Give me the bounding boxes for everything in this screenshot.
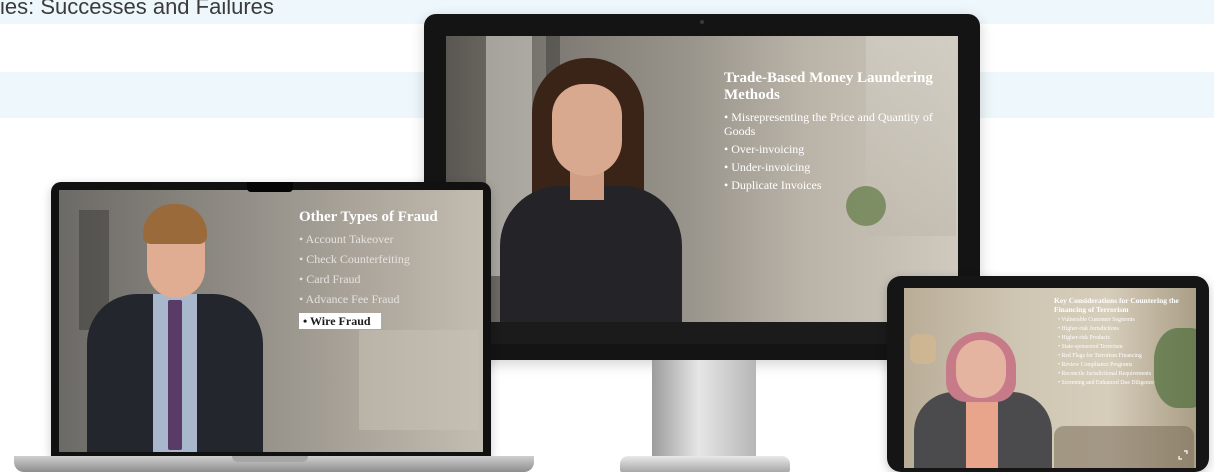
- monitor-stand: [652, 360, 756, 460]
- list-item: • Misrepresenting the Price and Quantity…: [724, 110, 933, 138]
- highlighted-list-item: • Wire Fraud: [299, 313, 381, 329]
- presenter-face: [552, 84, 622, 176]
- page-title: ies: Successes and Failures: [0, 0, 274, 19]
- list-item: • Review Compliance Programs: [1058, 362, 1133, 368]
- background-couch: [1054, 426, 1194, 468]
- list-item: • Check Counterfeiting: [299, 252, 410, 266]
- laptop-video-screen[interactable]: Other Types of Fraud • Account Takeover …: [59, 190, 483, 452]
- list-item: • Advance Fee Fraud: [299, 292, 400, 306]
- list-item: • Red Flags for Terrorism Financing: [1058, 353, 1142, 359]
- tablet-slide-list: • Vulnerable Customer Segments • Higher-…: [1058, 317, 1192, 387]
- list-item: • Vulnerable Customer Segments: [1058, 317, 1135, 323]
- presenter-body: [500, 186, 682, 344]
- laptop: Other Types of Fraud • Account Takeover …: [51, 182, 491, 458]
- tablet: Key Considerations for Countering the Fi…: [887, 276, 1209, 472]
- monitor-base: [620, 456, 790, 472]
- tablet-slide-overlay: Key Considerations for Countering the Fi…: [1054, 296, 1192, 389]
- laptop-opening-groove: [232, 456, 308, 462]
- list-item: • Higher-risk Jurisdictions: [1058, 326, 1119, 332]
- monitor-slide-overlay: Trade-Based Money Laundering Methods • M…: [724, 70, 954, 196]
- laptop-slide-list: • Account Takeover • Check Counterfeitin…: [299, 232, 483, 335]
- background-lamp: [910, 334, 936, 364]
- expand-icon[interactable]: [1178, 450, 1188, 460]
- presenter-blouse: [966, 394, 998, 468]
- screen-bottom-bar: [446, 322, 958, 344]
- presenter-tie: [168, 300, 182, 450]
- list-item: • Account Takeover: [299, 232, 394, 246]
- background-window: [359, 330, 479, 430]
- list-item: • Higher-risk Products: [1058, 335, 1110, 341]
- monitor-slide-list: • Misrepresenting the Price and Quantity…: [724, 110, 954, 192]
- monitor-video-screen[interactable]: Trade-Based Money Laundering Methods • M…: [446, 36, 958, 344]
- tablet-slide-title: Key Considerations for Countering the Fi…: [1054, 296, 1179, 314]
- laptop-slide-title: Other Types of Fraud: [299, 209, 438, 225]
- presenter-hair: [143, 204, 207, 244]
- list-item: • Reconcile Jurisdictional Requirements: [1058, 371, 1151, 377]
- presenter-face: [956, 340, 1006, 398]
- monitor-slide-title: Trade-Based Money Laundering Methods: [724, 70, 933, 103]
- list-item: • State-sponsored Terrorism: [1058, 344, 1123, 350]
- list-item: • Screening and Enhanced Due Diligence: [1058, 380, 1154, 386]
- list-item: • Over-invoicing: [724, 142, 805, 156]
- camera-notch: [247, 182, 293, 192]
- laptop-slide-overlay: Other Types of Fraud • Account Takeover …: [299, 208, 483, 335]
- tablet-video-screen[interactable]: Key Considerations for Countering the Fi…: [904, 288, 1196, 468]
- webcam-icon: [700, 20, 704, 24]
- list-item: • Under-invoicing: [724, 160, 811, 174]
- list-item: • Card Fraud: [299, 272, 361, 286]
- list-item: • Duplicate Invoices: [724, 178, 822, 192]
